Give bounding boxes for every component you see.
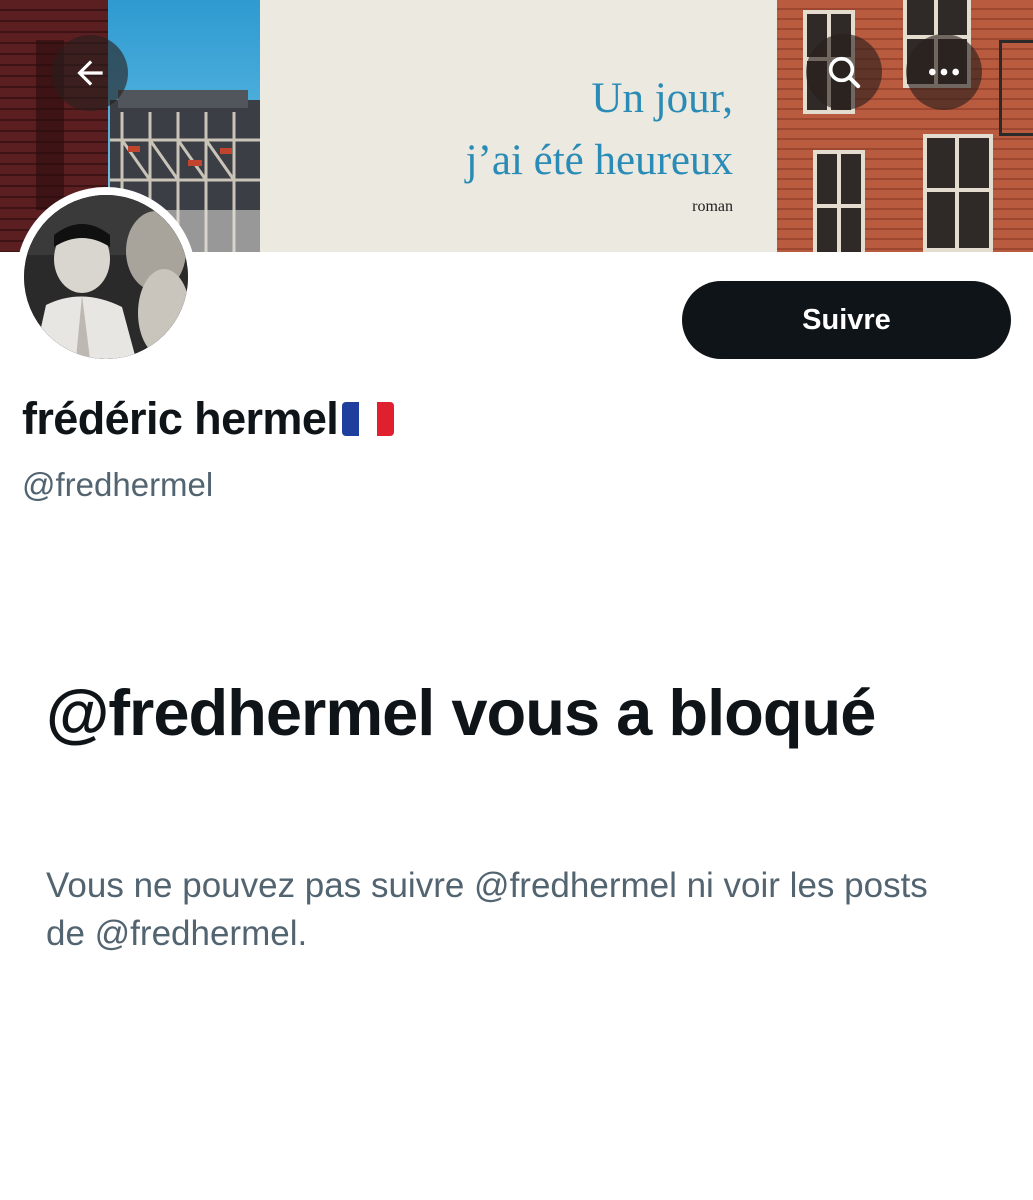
book-title-line2: j’ai été heureux (465, 137, 733, 184)
building-window (813, 150, 865, 252)
profile-handle: @fredhermel (22, 466, 214, 503)
display-name-text: frédéric hermel (22, 393, 339, 444)
book-title-line1: Un jour, (591, 75, 733, 122)
profile-display-name: frédéric hermel (22, 393, 395, 445)
book-subtitle: roman (692, 198, 733, 215)
france-flag-icon (342, 402, 395, 436)
arrow-left-icon (77, 60, 103, 86)
more-horizontal-icon (929, 68, 959, 76)
avatar-image (24, 195, 188, 359)
banner-building-photo (777, 0, 1033, 252)
book-cover: Un jour, j’ai été heureux roman (260, 0, 777, 252)
building-window (923, 134, 993, 252)
blocked-title: @fredhermel vous a bloqué (46, 676, 876, 749)
search-button[interactable] (806, 34, 882, 110)
fire-escape (999, 40, 1033, 136)
blocked-description: Vous ne pouvez pas suivre @fredhermel ni… (46, 866, 928, 953)
book-title: Un jour, j’ai été heureux (466, 68, 733, 192)
back-button[interactable] (52, 35, 128, 111)
avatar-photo (24, 195, 188, 359)
more-options-button[interactable] (906, 34, 982, 110)
follow-button[interactable]: Suivre (682, 281, 1011, 359)
search-icon (828, 56, 861, 89)
avatar[interactable] (16, 187, 196, 367)
